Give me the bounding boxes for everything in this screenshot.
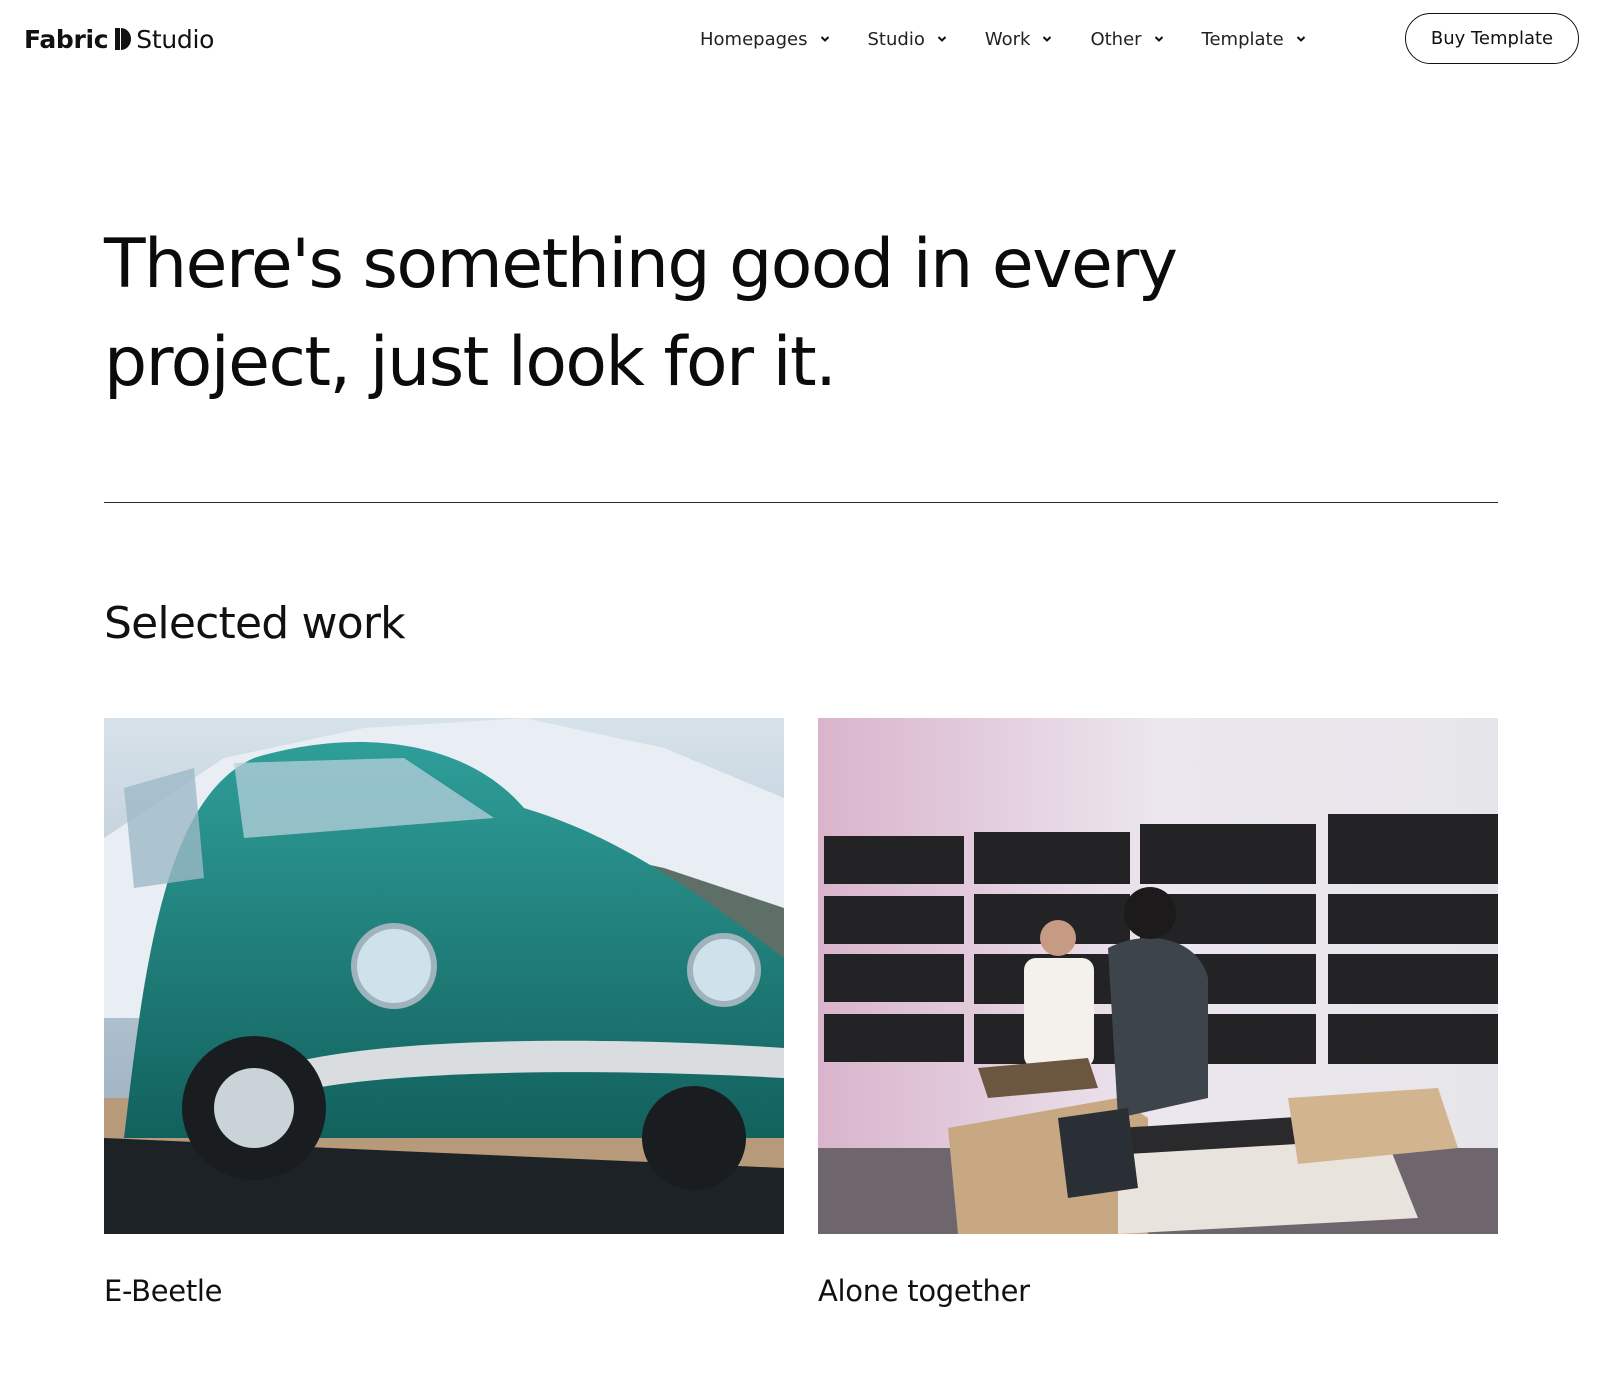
half-circle-logo-icon bbox=[115, 28, 132, 50]
nav-item-template[interactable]: Template bbox=[1202, 29, 1306, 50]
chevron-down-icon bbox=[1043, 36, 1052, 42]
nav-item-homepages[interactable]: Homepages bbox=[700, 29, 830, 50]
chevron-down-icon bbox=[1296, 36, 1305, 42]
chevron-down-icon bbox=[1154, 36, 1163, 42]
nav-item-other[interactable]: Other bbox=[1090, 29, 1163, 50]
project-card-alone-together[interactable]: Alone together bbox=[818, 718, 1498, 1308]
project-title[interactable]: E-Beetle bbox=[104, 1274, 784, 1308]
site-header: Fabric Studio Homepages Studio Work Othe… bbox=[0, 0, 1600, 80]
project-image-gallery[interactable] bbox=[818, 718, 1498, 1234]
project-card-e-beetle[interactable]: E-Beetle bbox=[104, 718, 784, 1308]
nav-item-label: Studio bbox=[867, 28, 925, 50]
main-nav: Homepages Studio Work Other Template bbox=[700, 26, 1306, 52]
chevron-down-icon bbox=[820, 36, 829, 42]
project-image-car[interactable] bbox=[104, 718, 784, 1234]
nav-item-studio[interactable]: Studio bbox=[868, 29, 947, 50]
hero-heading: There's something good in every project,… bbox=[104, 216, 1354, 412]
hero-line-1: There's something good in every bbox=[104, 225, 1178, 304]
nav-item-label: Homepages bbox=[700, 28, 808, 50]
nav-item-label: Template bbox=[1201, 28, 1284, 50]
nav-item-label: Work bbox=[984, 28, 1031, 50]
hero-line-2: project, just look for it. bbox=[104, 323, 837, 402]
buy-template-button[interactable]: Buy Template bbox=[1405, 13, 1579, 64]
project-title[interactable]: Alone together bbox=[818, 1274, 1498, 1308]
logo-text-studio: Studio bbox=[136, 24, 215, 54]
section-title: Selected work bbox=[104, 598, 406, 649]
nav-item-work[interactable]: Work bbox=[985, 29, 1053, 50]
logo-text-fabric: Fabric bbox=[24, 24, 109, 54]
chevron-down-icon bbox=[937, 36, 947, 42]
nav-item-label: Other bbox=[1090, 28, 1142, 50]
logo[interactable]: Fabric Studio bbox=[24, 22, 214, 56]
section-divider bbox=[104, 502, 1498, 503]
